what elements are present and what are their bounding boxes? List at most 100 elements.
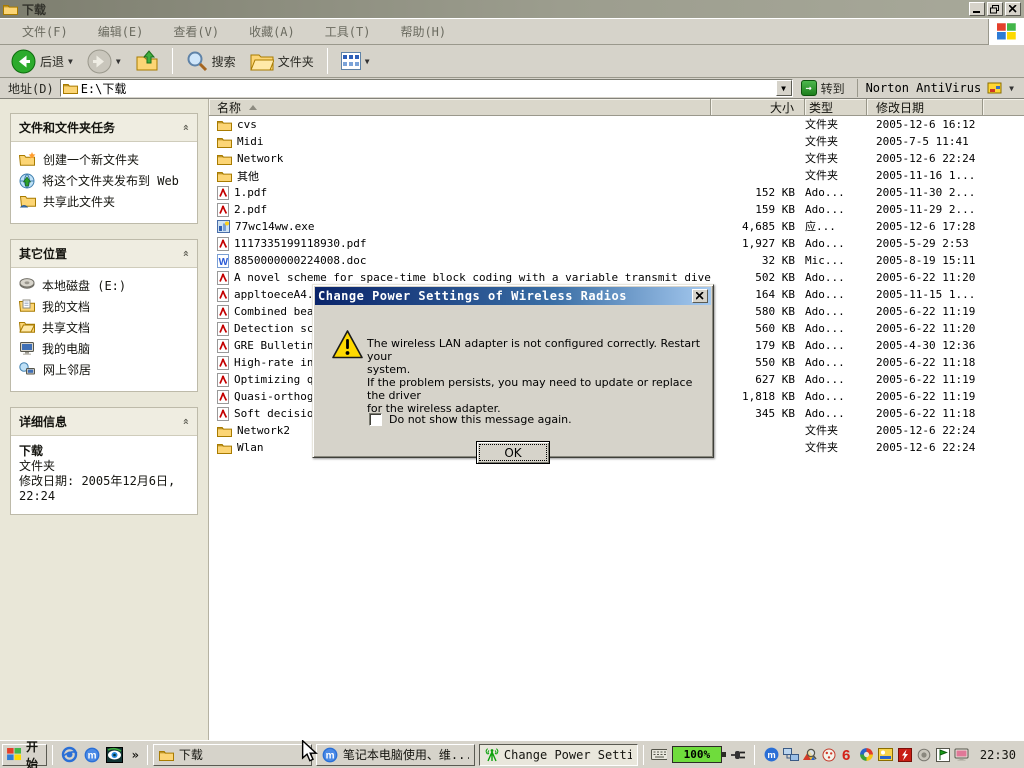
address-combo[interactable]: ▼ [60, 79, 793, 97]
minimize-button[interactable] [969, 2, 985, 16]
ok-button[interactable]: OK [476, 441, 550, 464]
maxthon-tray-icon[interactable]: m [764, 747, 780, 763]
menu-help[interactable]: 帮助(H) [386, 19, 460, 44]
address-bar: 地址(D) ▼ → 转到 Norton AntiVirus ▼ [0, 78, 1024, 99]
file-row[interactable]: Network文件夹2005-12-6 22:24 [209, 150, 1024, 167]
panel-header-details[interactable]: 详细信息» [11, 408, 197, 436]
views-button[interactable]: ▼ [336, 50, 375, 72]
address-label: 地址(D) [2, 80, 60, 97]
sidebar-item[interactable]: 共享此文件夹 [19, 192, 191, 213]
sidebar-item[interactable]: 共享文档 [19, 318, 191, 339]
dialog-close-button[interactable] [692, 289, 708, 303]
file-date-cell: 2005-6-22 11:18 [867, 354, 983, 371]
menu-edit[interactable]: 编辑(E) [84, 19, 158, 44]
file-name: Network2 [237, 424, 290, 437]
maxthon-icon: m [322, 747, 338, 763]
pdf-icon [217, 322, 229, 336]
back-dropdown-icon[interactable]: ▼ [68, 57, 73, 66]
menu-view[interactable]: 查看(V) [159, 19, 233, 44]
file-date-cell: 2005-6-22 11:19 [867, 303, 983, 320]
file-row[interactable]: 其他文件夹2005-11-16 1... [209, 167, 1024, 184]
file-size-cell: 179 KB [711, 337, 805, 354]
display-panel-icon[interactable] [878, 747, 894, 763]
file-date-cell: 2005-11-29 2... [867, 201, 983, 218]
network-computers-icon[interactable] [783, 747, 799, 763]
norton-antivirus-menu[interactable]: Norton AntiVirus ▼ [857, 79, 1022, 97]
restore-button[interactable] [987, 2, 1003, 16]
file-date-cell: 2005-12-6 22:24 [867, 422, 983, 439]
file-size-cell: 627 KB [711, 371, 805, 388]
sidebar-item[interactable]: 将这个文件夹发布到 Web [19, 171, 191, 192]
window-title: 下载 [22, 1, 969, 18]
file-row[interactable]: 2.pdf159 KBAdo...2005-11-29 2... [209, 201, 1024, 218]
file-row[interactable]: cvs文件夹2005-12-6 16:12 [209, 116, 1024, 133]
folder-icon [217, 170, 232, 182]
quick-launch-more-button[interactable]: » [129, 748, 142, 762]
task-button-downloads[interactable]: 下载 [153, 744, 312, 766]
norton-lightning-icon[interactable] [897, 747, 913, 763]
speaker-icon[interactable] [916, 747, 932, 763]
dotted-ball-icon[interactable] [821, 747, 837, 763]
do-not-show-checkbox[interactable] [369, 413, 382, 426]
sidebar-item-label: 共享文档 [42, 321, 90, 336]
battery-indicator[interactable]: 100% [672, 746, 747, 763]
sidebar-item[interactable]: 本地磁盘 (E:) [19, 276, 191, 297]
close-button[interactable] [1005, 2, 1021, 16]
dialog-titlebar[interactable]: Change Power Settings of Wireless Radios [315, 287, 711, 305]
back-button[interactable]: 后退 ▼ [6, 47, 78, 76]
folder-icon [217, 136, 232, 148]
column-header-type[interactable]: 类型 [805, 99, 867, 115]
search-button[interactable]: 搜索 [181, 48, 241, 74]
column-header-name[interactable]: 名称 [209, 99, 711, 115]
acdsee-icon [106, 747, 123, 763]
chevron-up-icon: » [179, 250, 192, 257]
menu-tools[interactable]: 工具(T) [311, 19, 385, 44]
sidebar-item[interactable]: 我的电脑 [19, 339, 191, 360]
menu-bar: 文件(F)编辑(E)查看(V)收藏(A)工具(T)帮助(H) [0, 19, 988, 44]
flag-monitor-icon[interactable] [935, 747, 951, 763]
color-magnifier-icon[interactable] [802, 747, 818, 763]
sidebar-item[interactable]: 网上邻居 [19, 360, 191, 381]
folders-button[interactable]: 文件夹 [245, 49, 319, 73]
tray-area: 100% m6 22:30 [641, 745, 1022, 765]
column-header-date[interactable]: 修改日期 [867, 99, 983, 115]
pdf-icon [217, 373, 229, 387]
address-input[interactable] [81, 81, 776, 95]
monitor-icon[interactable] [954, 747, 970, 763]
up-button[interactable] [130, 48, 164, 74]
start-button[interactable]: 开始 [2, 744, 47, 766]
sidebar-item[interactable]: 我的文档 [19, 297, 191, 318]
task-button-notebook-doc[interactable]: m笔记本电脑使用、维... [316, 744, 475, 766]
column-header-size[interactable]: 大小 [711, 99, 805, 115]
file-row[interactable]: 1117335199118930.pdf1,927 KBAdo...2005-5… [209, 235, 1024, 252]
color-swirl-icon[interactable] [859, 747, 875, 763]
pdf-icon [217, 339, 229, 353]
file-row[interactable]: 77wc14ww.exe4,685 KB应...2005-12-6 17:28 [209, 218, 1024, 235]
menu-favorites[interactable]: 收藏(A) [235, 19, 309, 44]
panel-header-other-places[interactable]: 其它位置» [11, 240, 197, 268]
quick-launch-ie[interactable] [61, 746, 78, 763]
quick-launch-maxthon[interactable]: m [84, 747, 100, 763]
taskbar-separator [754, 745, 755, 765]
forward-dropdown-icon[interactable]: ▼ [116, 57, 121, 66]
file-row[interactable]: 1.pdf152 KBAdo...2005-11-30 2... [209, 184, 1024, 201]
task-button-change-power[interactable]: Change Power Settin... [479, 744, 638, 766]
file-row[interactable]: Midi文件夹2005-7-5 11:41 [209, 133, 1024, 150]
file-row[interactable]: W8850000000224008.doc32 KBMic...2005-8-1… [209, 252, 1024, 269]
quick-launch-acdsee[interactable] [106, 747, 123, 763]
panel-header-file-tasks[interactable]: 文件和文件夹任务» [11, 114, 197, 142]
keyboard-icon[interactable] [651, 747, 667, 763]
shared-documents-icon [19, 320, 35, 333]
red-six-icon[interactable]: 6 [840, 747, 856, 763]
go-button[interactable]: → 转到 [798, 79, 851, 98]
address-dropdown-icon[interactable]: ▼ [776, 80, 792, 96]
sidebar-item[interactable]: 创建一个新文件夹 [19, 150, 191, 171]
file-name-cell: 2.pdf [209, 203, 711, 217]
file-type-cell: Ado... [805, 269, 867, 286]
windows-logo [988, 19, 1024, 45]
file-date-cell: 2005-6-22 11:19 [867, 388, 983, 405]
views-dropdown-icon[interactable]: ▼ [365, 57, 370, 66]
forward-button[interactable]: ▼ [82, 47, 126, 76]
menu-file[interactable]: 文件(F) [8, 19, 82, 44]
norton-dropdown-icon[interactable]: ▼ [1009, 84, 1014, 93]
